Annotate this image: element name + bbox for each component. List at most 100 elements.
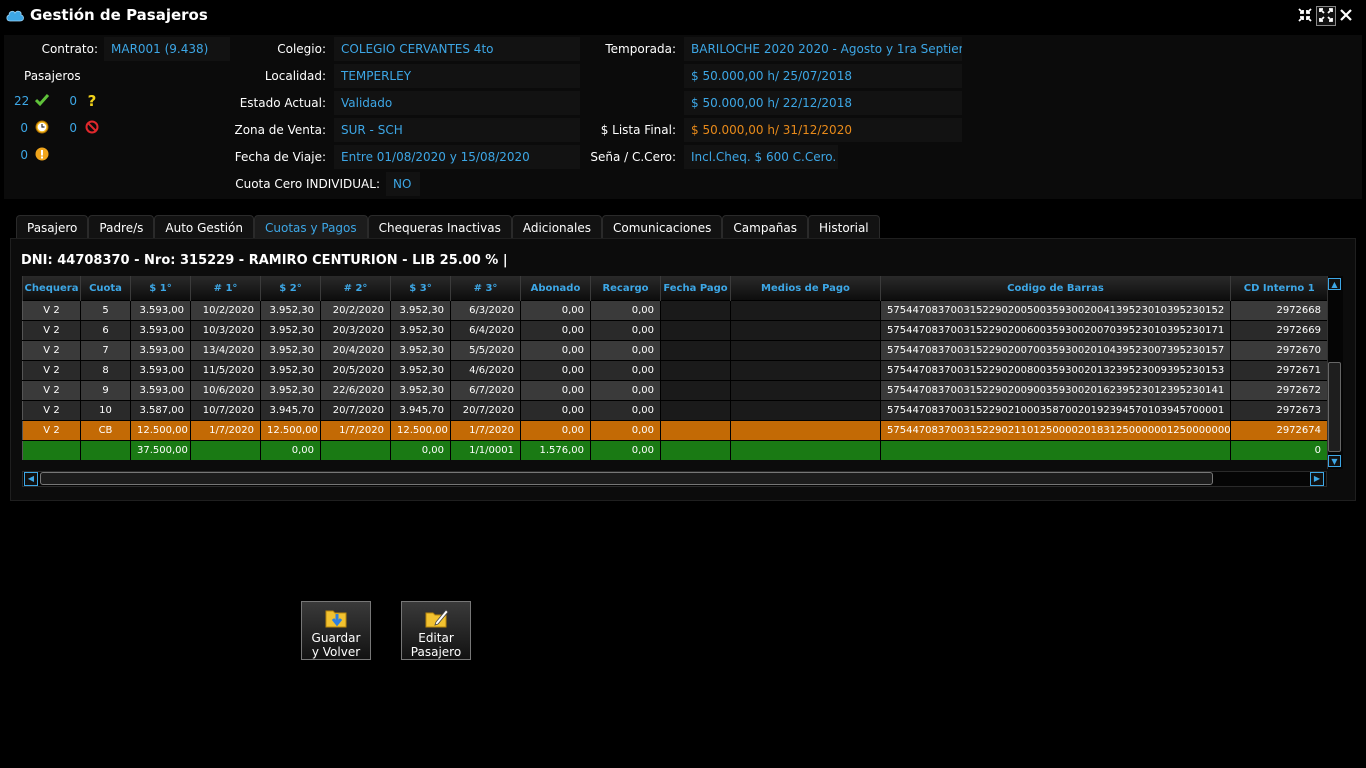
table-cell[interactable]: 3.593,00 bbox=[130, 380, 191, 401]
table-cell[interactable] bbox=[660, 360, 731, 381]
table-cell[interactable]: 1/7/2020 bbox=[320, 420, 391, 441]
table-cell[interactable]: 6/3/2020 bbox=[450, 300, 521, 321]
grid-vertical-scroll-thumb[interactable] bbox=[1328, 362, 1341, 452]
table-cell[interactable]: 0,00 bbox=[520, 340, 591, 361]
table-cell[interactable]: 0,00 bbox=[520, 320, 591, 341]
table-cell[interactable]: 10/3/2020 bbox=[190, 320, 261, 341]
table-cell[interactable]: 10/7/2020 bbox=[190, 400, 261, 421]
tab-cuotas-y-pagos[interactable]: Cuotas y Pagos bbox=[254, 215, 368, 238]
table-cell[interactable]: 3.587,00 bbox=[130, 400, 191, 421]
table-row[interactable]: V 2 6 3.593,00 10/3/2020 3.952,30 20/3/2020 3.… bbox=[22, 320, 1327, 341]
table-cell[interactable]: 1/7/2020 bbox=[190, 420, 261, 441]
table-cell[interactable] bbox=[730, 400, 881, 421]
table-cell[interactable]: 3.593,00 bbox=[130, 300, 191, 321]
table-cell[interactable]: 0,00 bbox=[590, 420, 661, 441]
table-cell[interactable]: 5/5/2020 bbox=[450, 340, 521, 361]
col-header-importe-3[interactable]: $ 3° bbox=[390, 276, 451, 301]
table-cell[interactable]: 3.952,30 bbox=[260, 380, 321, 401]
table-cell[interactable]: 0,00 bbox=[590, 380, 661, 401]
table-cell[interactable]: 0,00 bbox=[520, 300, 591, 321]
tab-comunicaciones[interactable]: Comunicaciones bbox=[601, 215, 723, 238]
table-cell[interactable]: 10/2/2020 bbox=[190, 300, 261, 321]
tab-padres[interactable]: Padre/s bbox=[88, 215, 155, 238]
table-cell[interactable]: 5754470837003152290200700359300201043952… bbox=[880, 340, 1231, 361]
col-header-recargo[interactable]: Recargo bbox=[590, 276, 661, 301]
table-cell[interactable]: 2972668 bbox=[1230, 300, 1327, 321]
scroll-up-icon[interactable]: ▲ bbox=[1328, 278, 1341, 290]
scroll-left-icon[interactable]: ◀ bbox=[24, 472, 38, 486]
tab-historial[interactable]: Historial bbox=[808, 215, 880, 238]
table-cell[interactable]: 20/7/2020 bbox=[320, 400, 391, 421]
table-cell[interactable]: 9 bbox=[80, 380, 131, 401]
table-row[interactable]: V 2 9 3.593,00 10/6/2020 3.952,30 22/6/2020 3.… bbox=[22, 380, 1327, 401]
col-header-fecha-pago[interactable]: Fecha Pago bbox=[660, 276, 731, 301]
table-cell[interactable] bbox=[660, 400, 731, 421]
table-row[interactable]: V 2 10 3.587,00 10/7/2020 3.945,70 20/7/2020 3… bbox=[22, 400, 1327, 421]
table-cell[interactable]: 5754470837003152290210003587002019239457… bbox=[880, 400, 1231, 421]
table-cell[interactable] bbox=[660, 340, 731, 361]
table-cell[interactable]: 0,00 bbox=[590, 320, 661, 341]
table-cell[interactable]: 22/6/2020 bbox=[320, 380, 391, 401]
table-cell[interactable]: 0,00 bbox=[520, 380, 591, 401]
table-row[interactable]: V 2 CB 12.500,00 1/7/2020 12.500,00 1/7/2020 1… bbox=[22, 420, 1327, 441]
table-cell[interactable]: 20/3/2020 bbox=[320, 320, 391, 341]
table-cell[interactable]: 10/6/2020 bbox=[190, 380, 261, 401]
tab-campanas[interactable]: Campañas bbox=[722, 215, 809, 238]
scroll-down-icon[interactable]: ▼ bbox=[1328, 455, 1341, 467]
table-cell[interactable]: 3.945,70 bbox=[390, 400, 451, 421]
col-header-cuota[interactable]: Cuota bbox=[80, 276, 131, 301]
table-cell[interactable]: 3.952,30 bbox=[390, 320, 451, 341]
table-cell[interactable]: CB bbox=[80, 420, 131, 441]
table-cell[interactable] bbox=[730, 340, 881, 361]
table-cell[interactable]: 2972670 bbox=[1230, 340, 1327, 361]
table-cell[interactable] bbox=[730, 320, 881, 341]
col-header-importe-2[interactable]: $ 2° bbox=[260, 276, 321, 301]
table-cell[interactable]: 6 bbox=[80, 320, 131, 341]
tab-pasajero[interactable]: Pasajero bbox=[16, 215, 89, 238]
table-cell[interactable]: 0,00 bbox=[590, 400, 661, 421]
table-cell[interactable]: 20/7/2020 bbox=[450, 400, 521, 421]
table-cell[interactable]: 4/6/2020 bbox=[450, 360, 521, 381]
guardar-y-volver-button[interactable]: Guardar y Volver bbox=[301, 601, 371, 660]
table-cell[interactable]: 10 bbox=[80, 400, 131, 421]
col-header-abonado[interactable]: Abonado bbox=[520, 276, 591, 301]
table-cell[interactable] bbox=[660, 420, 731, 441]
col-header-fecha-1[interactable]: # 1° bbox=[190, 276, 261, 301]
table-cell[interactable]: 3.945,70 bbox=[260, 400, 321, 421]
col-header-chequera[interactable]: Chequera bbox=[22, 276, 81, 301]
table-cell[interactable]: 2972673 bbox=[1230, 400, 1327, 421]
table-cell[interactable] bbox=[730, 380, 881, 401]
col-header-medios-pago[interactable]: Medios de Pago bbox=[730, 276, 881, 301]
table-cell[interactable]: 5 bbox=[80, 300, 131, 321]
close-icon[interactable] bbox=[1338, 7, 1354, 23]
col-header-cd-interno[interactable]: CD Interno 1 bbox=[1230, 276, 1327, 301]
table-cell[interactable]: 2972671 bbox=[1230, 360, 1327, 381]
table-cell[interactable]: 11/5/2020 bbox=[190, 360, 261, 381]
table-cell[interactable]: V 2 bbox=[22, 400, 81, 421]
table-cell[interactable]: 12.500,00 bbox=[260, 420, 321, 441]
col-header-fecha-3[interactable]: # 3° bbox=[450, 276, 521, 301]
table-cell[interactable]: 0,00 bbox=[590, 300, 661, 321]
table-cell[interactable]: 13/4/2020 bbox=[190, 340, 261, 361]
table-cell[interactable]: 3.593,00 bbox=[130, 360, 191, 381]
table-cell[interactable]: 3.952,30 bbox=[390, 340, 451, 361]
table-cell[interactable]: 2972674 bbox=[1230, 420, 1327, 441]
table-cell[interactable]: 5754470837003152290211012500002018312500… bbox=[880, 420, 1231, 441]
scroll-right-icon[interactable]: ▶ bbox=[1310, 472, 1324, 486]
table-cell[interactable]: 5754470837003152290200800359300201323952… bbox=[880, 360, 1231, 381]
table-cell[interactable]: 2972672 bbox=[1230, 380, 1327, 401]
table-cell[interactable]: V 2 bbox=[22, 300, 81, 321]
table-cell[interactable]: 6/4/2020 bbox=[450, 320, 521, 341]
table-cell[interactable]: 20/5/2020 bbox=[320, 360, 391, 381]
table-cell[interactable] bbox=[660, 300, 731, 321]
table-cell[interactable]: 3.952,30 bbox=[390, 300, 451, 321]
table-cell[interactable]: 0,00 bbox=[520, 360, 591, 381]
collapse-icon[interactable] bbox=[1297, 7, 1313, 23]
table-cell[interactable]: 20/4/2020 bbox=[320, 340, 391, 361]
table-cell[interactable]: 3.593,00 bbox=[130, 320, 191, 341]
editar-pasajero-button[interactable]: Editar Pasajero bbox=[401, 601, 471, 660]
table-row[interactable]: V 2 8 3.593,00 11/5/2020 3.952,30 20/5/2020 3.… bbox=[22, 360, 1327, 381]
table-cell[interactable]: V 2 bbox=[22, 320, 81, 341]
table-cell[interactable]: 3.952,30 bbox=[260, 340, 321, 361]
table-cell[interactable] bbox=[730, 420, 881, 441]
